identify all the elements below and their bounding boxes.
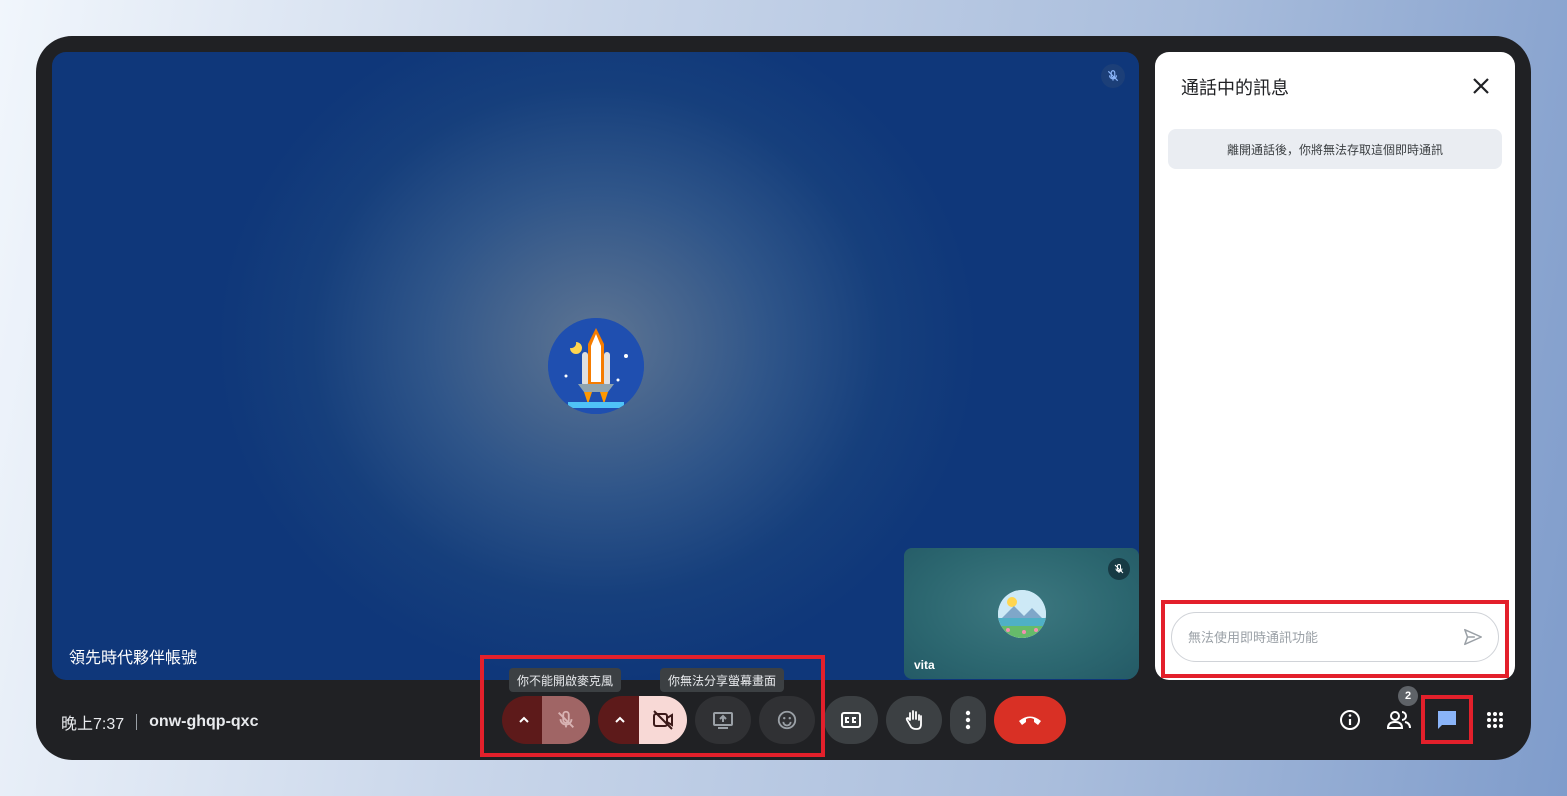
divider [136,714,138,730]
meeting-code: onw-ghqp-qxc [149,713,259,730]
chat-notice: 離開通話後，你將無法存取這個即時通訊 [1168,129,1502,169]
mic-options-button[interactable] [502,696,546,744]
leave-call-button[interactable] [994,696,1066,744]
chevron-up-icon [615,716,625,723]
landscape-icon [998,590,1046,638]
captions-icon [841,712,861,728]
emoji-icon [777,710,797,730]
camera-options-button[interactable] [598,696,642,744]
send-icon[interactable] [1462,626,1484,648]
muted-mic-icon [1101,64,1125,88]
chat-button[interactable] [1431,704,1463,736]
main-participant-name: 領先時代夥伴帳號 [69,650,198,667]
people-icon [1386,711,1411,729]
people-button[interactable] [1383,704,1415,736]
info-icon [1340,710,1360,730]
hang-up-icon [1019,716,1041,725]
chevron-up-icon [519,716,529,723]
activities-button[interactable] [1479,704,1511,736]
space-shuttle-icon [548,318,644,414]
people-count-badge: 2 [1398,686,1418,706]
meeting-info-button[interactable] [1334,704,1366,736]
camera-off-icon [653,710,673,730]
more-vert-icon [965,710,971,730]
mic-tooltip: 你不能開啟麥克風 [509,668,622,692]
chat-panel-title: 通話中的訊息 [1181,78,1289,98]
close-icon[interactable] [1467,72,1495,100]
raise-hand-button[interactable] [886,696,942,744]
meeting-time: 晚上7:37 [61,716,125,733]
self-participant-name: vita [914,658,935,672]
present-screen-button[interactable] [695,696,751,744]
muted-mic-icon [1108,558,1130,580]
hand-icon [905,710,922,730]
more-options-button[interactable] [950,696,986,744]
microphone-button[interactable] [542,696,590,744]
apps-grid-icon [1487,712,1503,728]
captions-button[interactable] [824,696,878,744]
main-video-stage: 領先時代夥伴帳號 vita [52,52,1139,680]
chat-message-input[interactable] [1188,627,1448,647]
chat-icon [1438,711,1456,729]
meeting-details: 晚上7:37 onw-ghqp-qxc [61,710,258,734]
present-icon [713,712,733,729]
screen-share-tooltip: 你無法分享螢幕畫面 [660,668,785,692]
chat-panel: 通話中的訊息 離開通話後，你將無法存取這個即時通訊 [1155,52,1515,680]
chat-input-box[interactable] [1171,612,1499,662]
camera-button[interactable] [639,696,687,744]
self-video-tile[interactable]: vita [904,548,1139,679]
reactions-button[interactable] [759,696,815,744]
mic-off-icon [558,710,574,728]
meet-window: 領先時代夥伴帳號 vita 通話中的訊息 離開通話後，你將無法存取這個即時通訊 … [36,36,1531,760]
